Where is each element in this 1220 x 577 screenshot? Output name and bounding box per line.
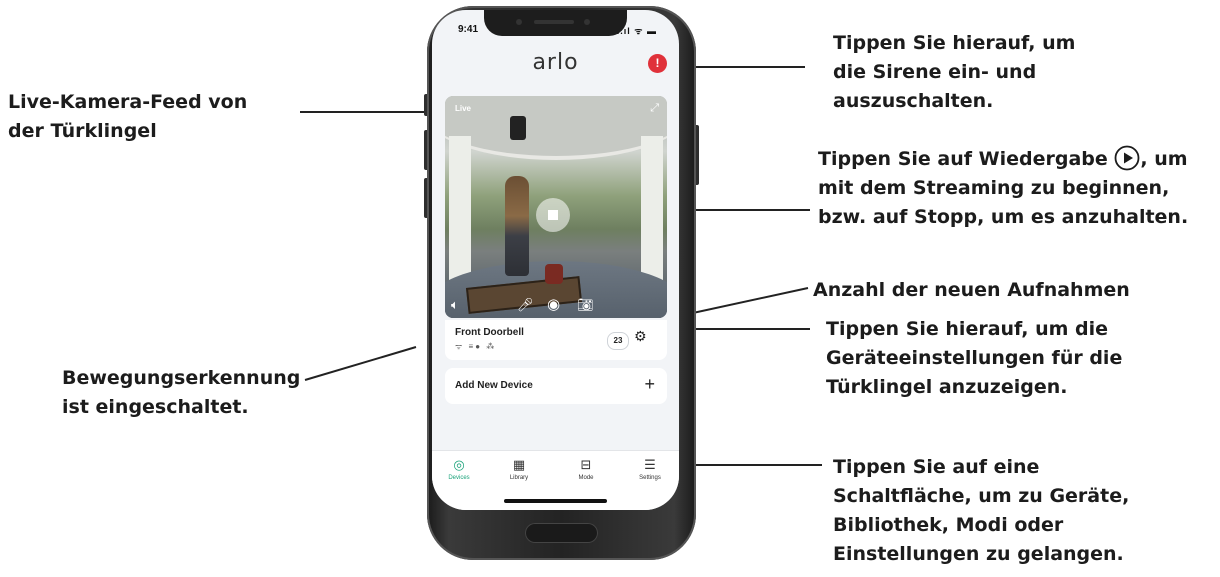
device-name: Front Doorbell bbox=[455, 327, 524, 338]
library-icon: ▦ bbox=[512, 457, 526, 472]
porch-lamp bbox=[510, 116, 526, 140]
callout-device-settings: Tippen Sie hierauf, um die Geräteeinstell… bbox=[826, 318, 1123, 398]
device-status-icons: ᯤ ≡● ⁂ bbox=[455, 342, 497, 351]
phone-mockup: 9:41 ..ıl ᯤ ▬ arlo ! Live ⤢ 🔈︎ 🎤︎ ◉ 📷︎ F… bbox=[421, 0, 702, 566]
notch bbox=[484, 10, 627, 36]
menu-icon: ☰ bbox=[644, 457, 656, 472]
home-indicator[interactable] bbox=[504, 499, 607, 503]
camera-snapshot-icon[interactable]: 📷︎ bbox=[577, 298, 594, 312]
status-time: 9:41 bbox=[458, 24, 479, 35]
mode-icon: ⊟ bbox=[580, 457, 592, 472]
callout-live-feed: Live-Kamera-Feed von der Türklingel bbox=[8, 91, 248, 142]
tab-mode[interactable]: ⊟ Mode bbox=[561, 457, 611, 481]
callout-siren: Tippen Sie hierauf, um die Sirene ein- un… bbox=[833, 32, 1076, 112]
tab-devices[interactable]: ◎ Devices bbox=[434, 457, 484, 481]
microphone-icon[interactable]: 🎤︎ bbox=[517, 298, 534, 312]
status-icons: ..ıl ᯤ ▬ bbox=[616, 26, 657, 36]
tab-label: Mode bbox=[578, 475, 594, 481]
device-card[interactable]: Front Doorbell ᯤ ≡● ⁂ 23 ⚙ bbox=[445, 320, 667, 360]
stop-button[interactable] bbox=[536, 198, 570, 232]
tab-bar: ◎ Devices ▦ Library ⊟ Mode ☰ Settings bbox=[432, 450, 679, 510]
devices-icon: ◎ bbox=[453, 457, 465, 472]
tab-settings[interactable]: ☰ Settings bbox=[625, 457, 675, 481]
live-camera-feed[interactable]: Live ⤢ 🔈︎ 🎤︎ ◉ 📷︎ bbox=[445, 96, 667, 318]
fullscreen-icon[interactable]: ⤢ bbox=[650, 102, 659, 115]
record-icon[interactable]: ◉ bbox=[547, 297, 560, 312]
live-label: Live bbox=[455, 104, 472, 113]
tab-library[interactable]: ▦ Library bbox=[494, 457, 544, 481]
add-device-card[interactable]: Add New Device + bbox=[445, 368, 667, 404]
visitor bbox=[505, 176, 529, 276]
callout-recordings-count: Anzahl der neuen Aufnahmen bbox=[813, 279, 1130, 301]
callout-play-stop: Tippen Sie auf Wiedergabe , um mit dem S… bbox=[818, 145, 1188, 232]
add-device-label: Add New Device bbox=[455, 380, 533, 391]
callout-navigation-tabs: Tippen Sie auf eine Schaltfläche, um zu G… bbox=[833, 456, 1130, 565]
tab-label: Devices bbox=[448, 475, 470, 481]
callout-motion-detection: Bewegungserkennung ist eingeschaltet. bbox=[62, 367, 301, 418]
recordings-count-badge[interactable]: 23 bbox=[607, 332, 629, 350]
speaker-icon[interactable]: 🔈︎ bbox=[451, 298, 459, 312]
app-header: arlo ! bbox=[432, 40, 679, 90]
feed-controls: 🔈︎ 🎤︎ ◉ 📷︎ bbox=[445, 294, 667, 318]
siren-icon[interactable]: ! bbox=[648, 54, 667, 73]
plus-icon[interactable]: + bbox=[644, 374, 655, 395]
phone-screen: 9:41 ..ıl ᯤ ▬ arlo ! Live ⤢ 🔈︎ 🎤︎ ◉ 📷︎ F… bbox=[432, 10, 679, 510]
tab-label: Settings bbox=[639, 475, 661, 481]
phone-speaker-grille bbox=[525, 523, 598, 543]
arlo-logo: arlo bbox=[532, 50, 579, 75]
tab-label: Library bbox=[509, 475, 529, 481]
gear-icon[interactable]: ⚙ bbox=[634, 328, 647, 345]
play-icon bbox=[1114, 145, 1140, 171]
